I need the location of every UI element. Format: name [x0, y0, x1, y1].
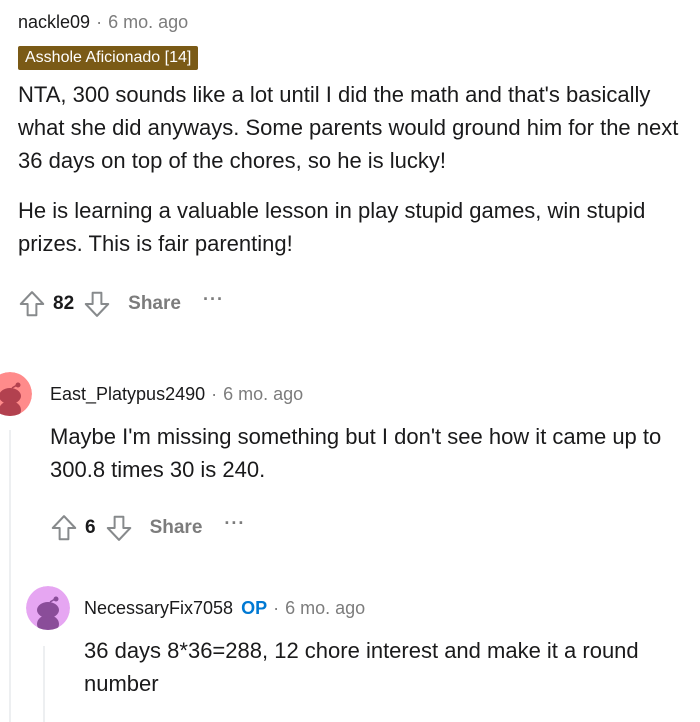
op-badge: OP: [241, 598, 268, 618]
upvote-button[interactable]: [47, 511, 81, 545]
comment-actions: 82 Share ···: [15, 284, 688, 324]
more-options-button[interactable]: ···: [203, 289, 224, 310]
comment-east-platypus: East_Platypus2490 · 6 mo. ago Maybe I'm …: [50, 382, 690, 548]
upvote-arrow-icon: [51, 515, 77, 541]
snoo-avatar-icon: [0, 372, 32, 416]
comment-author[interactable]: East_Platypus2490: [50, 382, 205, 406]
snoo-avatar-icon: [26, 586, 70, 630]
comment-body: Maybe I'm missing something but I don't …: [50, 420, 690, 486]
downvote-button[interactable]: [102, 511, 136, 545]
downvote-arrow-icon: [106, 515, 131, 541]
downvote-arrow-icon: [84, 291, 110, 317]
comment-author[interactable]: NecessaryFix7058: [84, 596, 233, 620]
comment-timestamp[interactable]: 6 mo. ago: [285, 596, 365, 620]
comment-meta: nackle09 · 6 mo. ago: [18, 10, 688, 34]
comment-meta: East_Platypus2490 · 6 mo. ago: [50, 382, 690, 406]
more-options-button[interactable]: ···: [224, 513, 245, 534]
thread-line[interactable]: [9, 430, 11, 722]
comment-paragraph: He is learning a valuable lesson in play…: [18, 198, 646, 256]
share-button[interactable]: Share: [150, 517, 203, 539]
comment-meta: NecessaryFix7058 OP · 6 mo. ago: [84, 596, 690, 620]
user-avatar[interactable]: [26, 586, 70, 630]
comment-timestamp[interactable]: 6 mo. ago: [108, 10, 188, 34]
comment-thread: nackle09 · 6 mo. ago Asshole Aficionado …: [0, 0, 700, 722]
upvote-button[interactable]: [15, 287, 49, 321]
comment-nackle09: nackle09 · 6 mo. ago Asshole Aficionado …: [18, 10, 688, 324]
thread-line[interactable]: [43, 646, 45, 722]
meta-separator: ·: [96, 12, 103, 32]
comment-timestamp[interactable]: 6 mo. ago: [223, 382, 303, 406]
comment-body: 36 days 8*36=288, 12 chore interest and …: [84, 634, 690, 700]
vote-count: 6: [85, 517, 96, 538]
user-avatar[interactable]: [0, 372, 32, 416]
comment-body: NTA, 300 sounds like a lot until I did t…: [18, 78, 688, 260]
comment-author[interactable]: nackle09: [18, 10, 90, 34]
downvote-button[interactable]: [80, 287, 114, 321]
vote-count: 82: [53, 293, 75, 314]
meta-separator: ·: [211, 384, 218, 404]
meta-separator: ·: [273, 598, 280, 618]
comment-paragraph: NTA, 300 sounds like a lot until I did t…: [18, 82, 679, 173]
comment-necessaryfix: NecessaryFix7058 OP · 6 mo. ago 36 days …: [84, 596, 690, 700]
share-button[interactable]: Share: [128, 293, 181, 315]
comment-paragraph: Maybe I'm missing something but I don't …: [50, 424, 662, 482]
comment-actions: 6 Share ···: [47, 508, 690, 548]
comment-paragraph: 36 days 8*36=288, 12 chore interest and …: [84, 638, 639, 696]
user-flair: Asshole Aficionado [14]: [18, 46, 199, 70]
upvote-arrow-icon: [19, 291, 45, 317]
